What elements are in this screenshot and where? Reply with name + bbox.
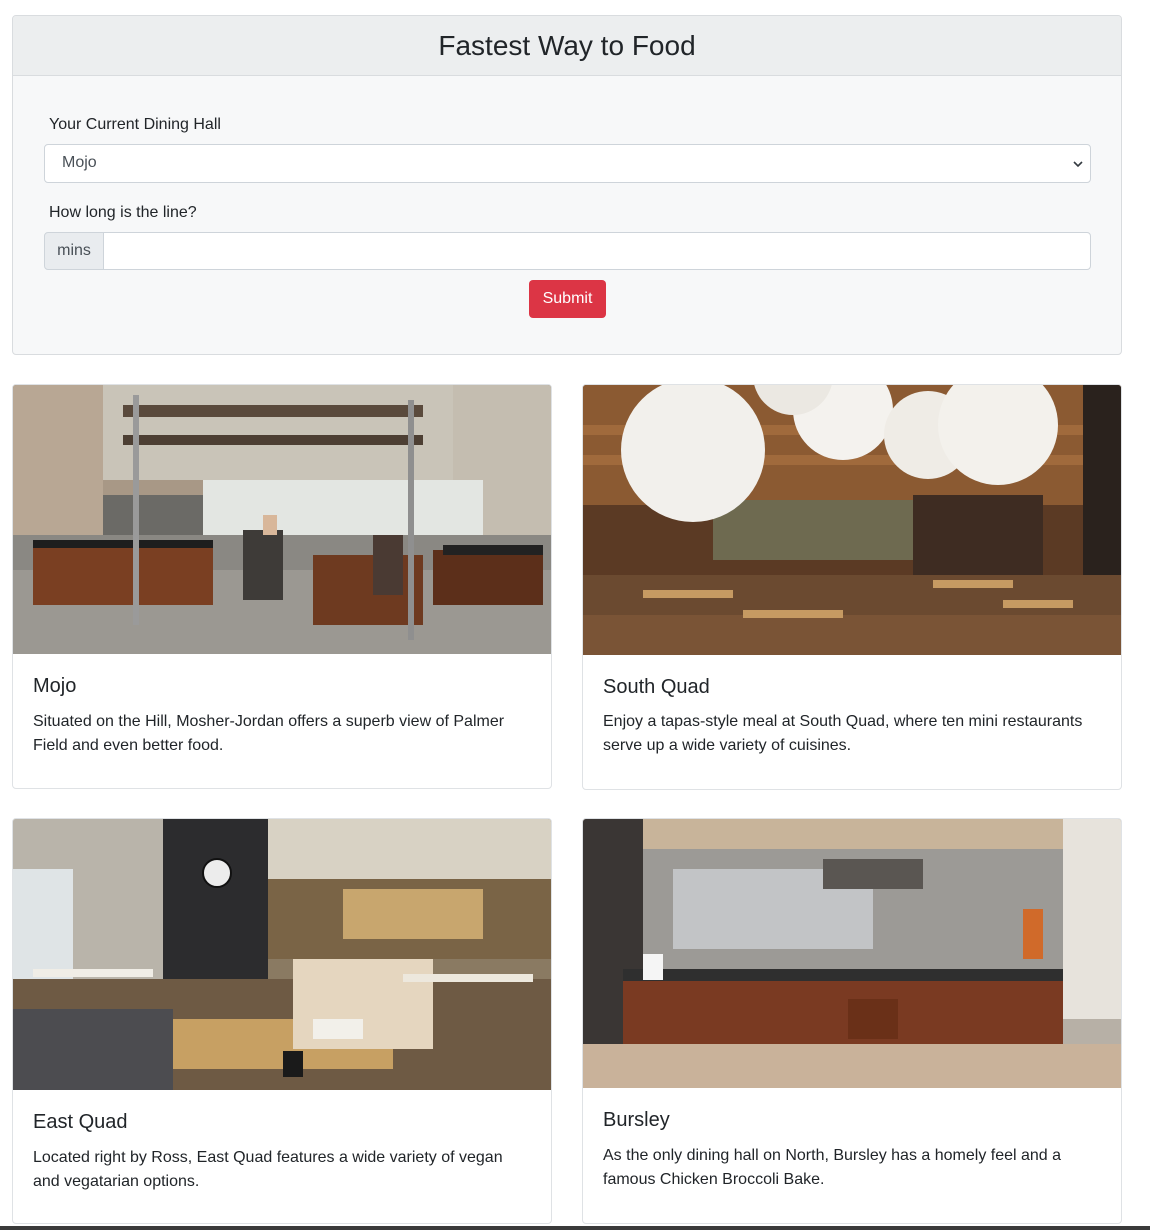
line-length-input[interactable]: [103, 232, 1091, 270]
dining-hall-select[interactable]: Mojo: [44, 144, 1091, 183]
card-description: Located right by Ross, East Quad feature…: [33, 1149, 503, 1190]
dining-card-east-quad: East Quad Located right by Ross, East Qu…: [12, 818, 552, 1224]
card-description: Situated on the Hill, Mosher-Jordan offe…: [33, 713, 505, 754]
dining-hall-label: Your Current Dining Hall: [49, 116, 221, 133]
card-title: Bursley: [603, 1109, 670, 1131]
south-quad-photo: [583, 385, 1121, 655]
dining-form-card: Fastest Way to Food Your Current Dining …: [12, 15, 1122, 355]
bursley-photo: [583, 819, 1121, 1088]
card-description: Enjoy a tapas-style meal at South Quad, …: [603, 713, 1083, 754]
submit-button[interactable]: Submit: [529, 280, 606, 318]
line-length-label: How long is the line?: [49, 204, 197, 221]
dining-hall-selected-value: Mojo: [62, 154, 97, 171]
line-length-group: mins: [44, 232, 1091, 270]
chevron-down-icon: [1073, 161, 1083, 168]
card-title: East Quad: [33, 1111, 128, 1133]
mins-addon: mins: [44, 232, 104, 270]
east-quad-photo: [13, 819, 551, 1090]
card-description: As the only dining hall on North, Bursle…: [603, 1147, 1062, 1188]
dining-card-mojo: Mojo Situated on the Hill, Mosher-Jordan…: [12, 384, 552, 789]
mojo-photo: [13, 385, 551, 654]
bottom-strip: [0, 1226, 1150, 1230]
card-title: South Quad: [603, 676, 710, 698]
dining-card-bursley: Bursley As the only dining hall on North…: [582, 818, 1122, 1224]
form-title: Fastest Way to Food: [13, 16, 1121, 76]
dining-card-south-quad: South Quad Enjoy a tapas-style meal at S…: [582, 384, 1122, 790]
card-title: Mojo: [33, 675, 77, 697]
